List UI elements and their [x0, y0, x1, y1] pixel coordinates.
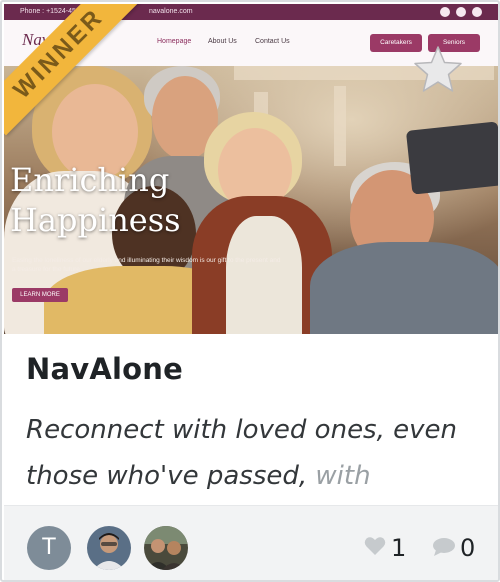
project-description-text: Reconnect with loved ones, even those wh… — [26, 415, 457, 489]
phone-device — [405, 121, 498, 195]
project-description: Reconnect with loved ones, even those wh… — [26, 407, 482, 489]
card-footer: T 1 0 — [4, 505, 498, 580]
star-icon[interactable] — [412, 44, 464, 96]
social-icon — [440, 7, 450, 17]
social-icon — [456, 7, 466, 17]
avatar[interactable] — [87, 526, 131, 570]
hero-headline-line: Enriching — [10, 161, 170, 199]
hero-photo: Enriching Happiness Easing the lonelines… — [4, 66, 498, 334]
avatar[interactable]: T — [27, 526, 71, 570]
site-nav-link: About Us — [208, 38, 237, 45]
learn-more-button: LEARN MORE — [12, 288, 68, 302]
project-title[interactable]: NavAlone — [26, 352, 183, 386]
site-email: navalone.com — [149, 8, 193, 15]
project-card[interactable]: Phone : +1524-456 navalone.com Nav Homep… — [0, 0, 500, 582]
hero-headline: Enriching Happiness — [10, 160, 181, 240]
social-icon — [472, 7, 482, 17]
hero-subline: Easing the loneliness of our elderly and… — [12, 257, 281, 273]
hero-headline-line: Happiness — [10, 201, 181, 239]
comment-icon[interactable] — [432, 537, 456, 557]
like-count: 1 — [391, 534, 407, 562]
site-nav-link: Contact Us — [255, 38, 290, 45]
project-thumbnail[interactable]: Phone : +1524-456 navalone.com Nav Homep… — [4, 4, 498, 334]
project-description-fade: with — [315, 461, 371, 489]
site-nav-link: Homepage — [157, 38, 192, 45]
heart-icon[interactable] — [364, 536, 386, 556]
avatar[interactable] — [144, 526, 188, 570]
comment-count: 0 — [460, 534, 476, 562]
